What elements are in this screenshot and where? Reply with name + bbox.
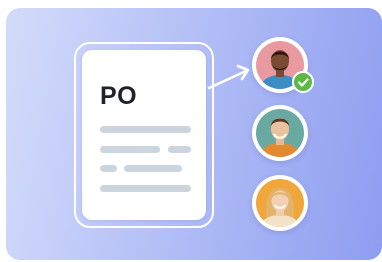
woman-avatar-icon [256, 179, 304, 227]
approver-avatar-2 [252, 105, 308, 161]
illustration-card: PO [6, 8, 382, 260]
approver-avatar-3 [252, 175, 308, 231]
man-avatar-icon [256, 109, 304, 157]
arrow-icon [207, 64, 250, 90]
check-circle-icon [292, 71, 314, 93]
